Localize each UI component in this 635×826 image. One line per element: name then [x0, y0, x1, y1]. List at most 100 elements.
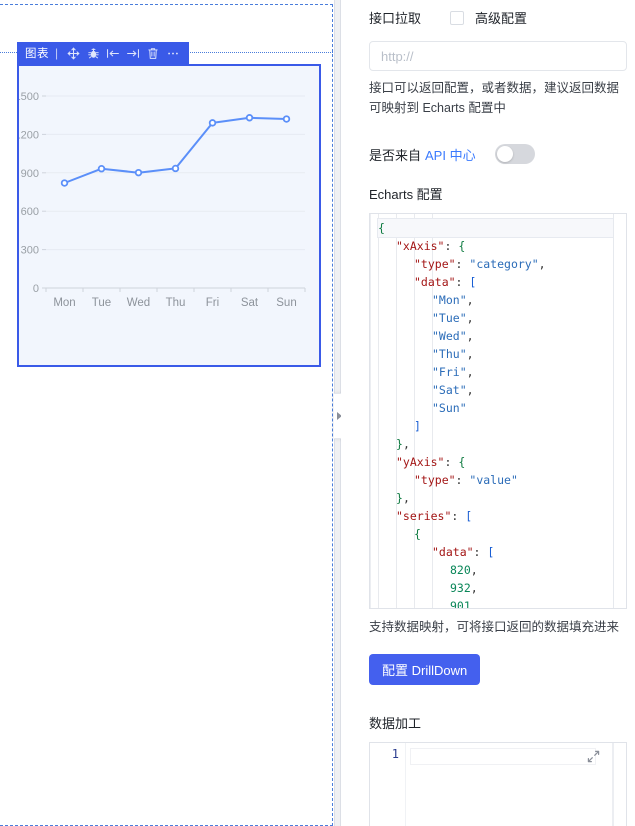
advanced-config-label: 高级配置 [475, 11, 528, 26]
code-line[interactable]: }, [378, 489, 626, 507]
advanced-config-checkbox[interactable] [450, 10, 465, 25]
data-process-editor[interactable]: 1 [369, 742, 627, 826]
code-line[interactable]: "Wed", [378, 327, 626, 345]
code-token: : [473, 545, 488, 559]
code-line[interactable]: "xAxis": { [378, 237, 626, 255]
code-token: [ [469, 275, 477, 289]
align-right-icon[interactable] [123, 43, 143, 63]
code-token: "Fri" [432, 365, 467, 379]
code-line[interactable]: 932, [378, 579, 626, 597]
code-token: "data" [414, 275, 456, 289]
code-line[interactable]: ] [378, 417, 626, 435]
y-axis-tick-label: 900 [21, 168, 39, 180]
x-axis-tick-label: Fri [206, 297, 219, 309]
data-point[interactable] [282, 115, 291, 123]
echarts-config-editor[interactable]: {"xAxis": {"type": "category", "data": ["… [369, 213, 627, 609]
code-line[interactable]: "type": "value" [378, 471, 626, 489]
code-token: , [470, 563, 478, 577]
code-line[interactable]: { [377, 218, 626, 238]
x-axis-tick-label: Sun [276, 297, 296, 309]
data-point[interactable] [171, 164, 180, 173]
data-point[interactable] [97, 165, 106, 173]
code-token: { [458, 455, 466, 469]
settings-pane-scrollbar[interactable] [628, 0, 635, 826]
code-token: : [451, 509, 466, 523]
code-token: : [455, 473, 470, 487]
code-line[interactable]: }, [378, 435, 626, 453]
code-line[interactable]: "yAxis": { [378, 453, 626, 471]
code-token: , [402, 437, 410, 451]
trash-icon[interactable] [143, 43, 163, 63]
api-center-label: 是否来自 [369, 147, 422, 163]
expand-icon[interactable] [587, 750, 600, 763]
settings-pane[interactable]: 接口拉取 高级配置 接口可以返回配置，或者数据，建议返回数据可映射到 Echar… [341, 0, 635, 826]
data-point[interactable] [208, 119, 217, 127]
code-line[interactable]: "data": [ [378, 543, 626, 561]
code-line[interactable]: { [378, 525, 626, 543]
code-token: } [396, 491, 403, 505]
editor-vertical-scrollbar[interactable] [613, 214, 626, 608]
y-axis-tick-label: 0 [33, 283, 39, 295]
echarts-config-help-text: 支持数据映射，可将接口返回的数据填充进来 [369, 620, 620, 634]
code-token: } [396, 437, 403, 451]
toolbar-separator: | [55, 46, 59, 60]
widget-toolbar[interactable]: 图表 | [17, 42, 190, 64]
code-line[interactable]: "type": "category", [378, 255, 626, 273]
code-token: "yAxis" [396, 455, 445, 469]
data-point[interactable] [60, 179, 69, 187]
y-axis-tick-label: 600 [21, 206, 39, 218]
code-token: : [444, 455, 459, 469]
code-token: : [455, 257, 470, 271]
code-line[interactable]: "data": [ [378, 273, 626, 291]
code-token: { [414, 527, 421, 541]
code-token: ] [414, 419, 421, 433]
editor-code-content[interactable]: {"xAxis": {"type": "category", "data": ["… [370, 214, 626, 609]
data-process-input-line[interactable] [410, 748, 596, 765]
code-token: "Sun" [432, 401, 467, 415]
code-token: 820 [450, 563, 471, 577]
code-token: "series" [396, 509, 452, 523]
code-token: { [458, 239, 466, 253]
code-token: [ [487, 545, 495, 559]
code-line[interactable]: "Tue", [378, 309, 626, 327]
api-center-toggle[interactable] [494, 144, 535, 164]
code-line[interactable]: 820, [378, 561, 626, 579]
chevron-right-icon [336, 412, 341, 420]
y-axis-tick-label: 300 [21, 245, 39, 257]
x-axis-tick-label: Thu [166, 297, 186, 309]
code-token: , [466, 365, 474, 379]
data-point[interactable] [134, 168, 143, 177]
code-token: "Mon" [432, 293, 467, 307]
api-center-row: 是否来自 API 中心 [369, 144, 627, 164]
code-token: "Wed" [432, 329, 467, 343]
move-icon[interactable] [63, 43, 83, 63]
collapse-panel-toggle[interactable] [334, 393, 341, 439]
more-icon[interactable] [163, 43, 183, 63]
align-left-icon[interactable] [103, 43, 123, 63]
code-token: , [466, 311, 474, 325]
code-token: "Sat" [432, 383, 467, 397]
x-axis-tick-label: Mon [53, 297, 75, 309]
code-token: 901 [450, 599, 471, 609]
toggle-knob [496, 146, 513, 162]
code-line[interactable]: "Thu", [378, 345, 626, 363]
data-process-vertical-scrollbar[interactable] [613, 743, 626, 826]
configure-drilldown-button[interactable]: 配置 DrillDown [369, 654, 481, 685]
code-line[interactable]: "series": [ [378, 507, 626, 525]
api-fetch-row: 接口拉取 高级配置 [369, 8, 627, 27]
code-line[interactable]: "Sun" [378, 399, 626, 417]
api-url-input[interactable] [369, 41, 627, 71]
code-token: 932 [450, 581, 471, 595]
code-line[interactable]: 901, [378, 597, 626, 609]
chart-frame[interactable]: 0 300 600 900 1200 1500 Mon Tue Wed Thu Fri Sat Sun [17, 64, 321, 367]
widget-type-label: 图表 [25, 48, 49, 60]
code-line[interactable]: "Fri", [378, 363, 626, 381]
data-process-line-number: 1 [370, 743, 406, 826]
bug-icon[interactable] [83, 43, 103, 63]
data-point[interactable] [245, 114, 254, 122]
api-center-link[interactable]: API 中心 [425, 145, 476, 164]
design-canvas-pane[interactable]: 图表 | 0 300 600 900 200 500 Mon Tue Wed T… [0, 0, 341, 826]
code-line[interactable]: "Mon", [378, 291, 626, 309]
code-line[interactable]: "Sat", [378, 381, 626, 399]
code-token: , [466, 329, 474, 343]
